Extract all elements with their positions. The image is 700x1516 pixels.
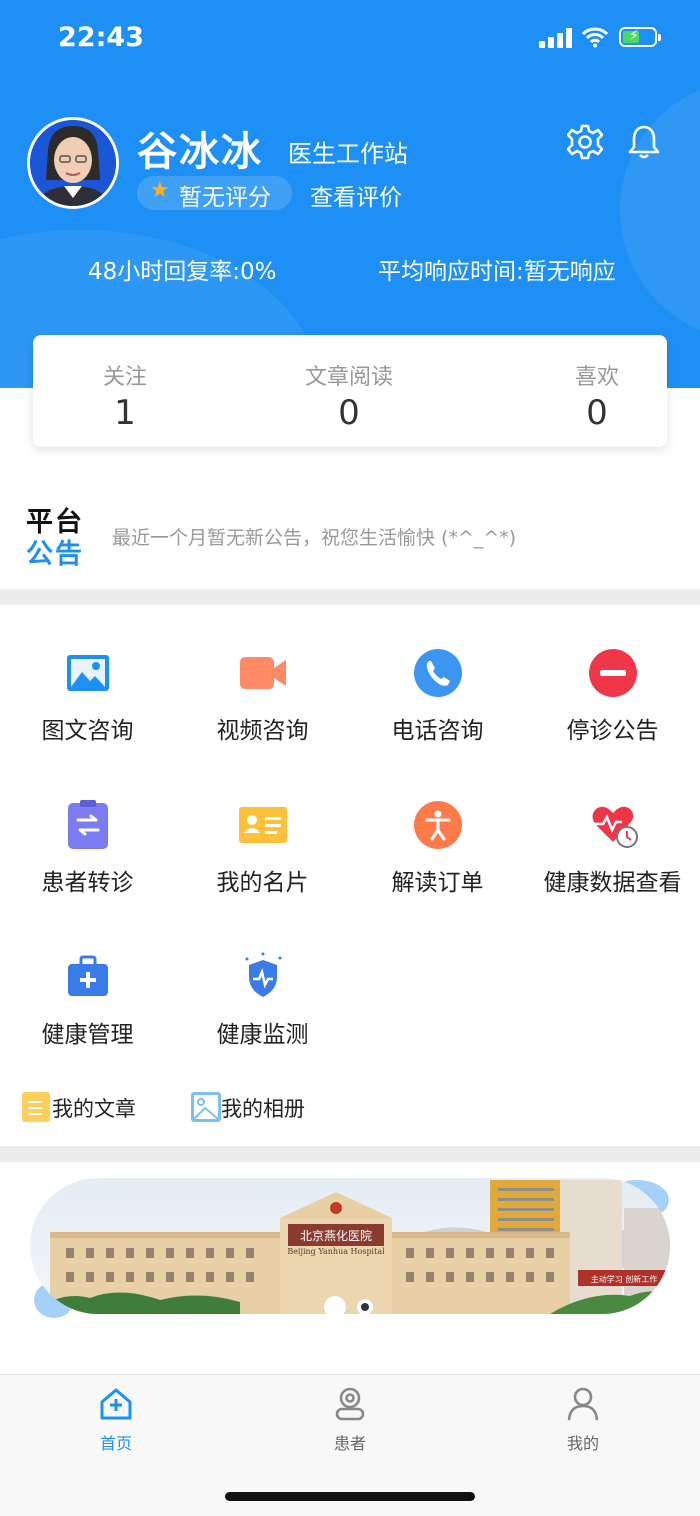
user-icon [567,1387,599,1421]
stat-label: 喜欢 [574,365,619,390]
heart-gauge-icon [592,806,638,848]
response-time-text: 平均响应时间:暂无响应 [378,259,616,285]
service-phone-consult[interactable]: 电话咨询 [350,648,525,768]
stats-card: 关注 1 文章阅读 0 喜欢 0 [33,335,667,447]
banner-sign-en: Beijing Yanhua Hospital [287,1247,385,1256]
service-label: 停诊公告 [566,718,659,744]
hospital-banner[interactable]: 北京燕化医院 Beijing Yanhua Hospital 主动学习 创新工作 [30,1178,670,1314]
service-image-consult[interactable]: 图文咨询 [0,648,175,768]
my-album-label: 我的相册 [221,1097,305,1121]
service-health-data[interactable]: 健康数据查看 [525,800,700,920]
transfer-clipboard-icon [68,800,108,849]
my-album-link[interactable]: 我的相册 [191,1092,331,1122]
rating-text: 暂无评分 [179,185,271,211]
tab-patients[interactable]: 患者 [290,1386,410,1456]
service-label: 解读订单 [391,870,484,896]
service-business-card[interactable]: 我的名片 [175,800,350,920]
image-icon [67,655,109,691]
service-label: 患者转诊 [41,870,134,896]
stat-value: 0 [338,393,360,433]
gear-icon[interactable] [567,124,603,160]
home-indicator [225,1492,475,1501]
doctor-name: 谷冰冰 [137,129,263,175]
battery-icon: ⚡ [619,27,661,47]
doctor-role: 医生工作站 [288,140,408,168]
signal-icon [539,28,573,48]
wifi-icon [582,27,608,48]
stat-value: 0 [586,393,608,433]
business-card-icon [239,807,287,843]
phone-icon [414,649,462,697]
carousel-dot-active[interactable] [324,1296,346,1318]
bell-icon[interactable] [627,124,661,160]
section-divider [0,589,700,605]
carousel-dot[interactable] [357,1299,373,1315]
stat-value: 1 [114,393,136,433]
hospital-building-image: 北京燕化医院 Beijing Yanhua Hospital 主动学习 创新工作 [30,1178,670,1314]
service-label: 图文咨询 [41,718,134,744]
service-label: 健康管理 [41,1022,134,1048]
stat-label: 文章阅读 [304,365,393,390]
tab-label: 首页 [99,1434,132,1453]
notice-text[interactable]: 最近一个月暂无新公告，祝您生活愉快 (*^_^*) [112,523,516,550]
tab-home[interactable]: 首页 [56,1386,176,1456]
status-time: 22:43 [58,22,144,53]
shield-pulse-icon [245,952,282,997]
service-interpret-order[interactable]: 解读订单 [350,800,525,920]
view-reviews-link[interactable]: 查看评价 [310,178,402,212]
section-divider [0,1146,700,1162]
album-icon [191,1092,221,1122]
tab-label: 我的 [566,1434,599,1453]
medical-kit-icon [68,955,108,996]
avatar[interactable] [27,117,119,209]
banner-side-sign: 主动学习 创新工作 [591,1274,658,1284]
stat-label: 关注 [102,365,147,390]
notice-title: 公告 [26,539,84,570]
stop-icon [589,649,637,697]
service-stop-notice[interactable]: 停诊公告 [525,648,700,768]
service-patient-transfer[interactable]: 患者转诊 [0,800,175,920]
service-label: 健康数据查看 [543,870,682,896]
tab-mine[interactable]: 我的 [523,1386,643,1456]
patient-icon [335,1387,365,1421]
service-health-management[interactable]: 健康管理 [0,952,175,1072]
video-camera-icon [240,657,286,689]
person-icon [414,801,462,849]
my-articles-link[interactable]: 我的文章 [22,1092,152,1122]
service-label: 我的名片 [216,870,309,896]
star-icon: ★ [150,178,170,203]
service-video-consult[interactable]: 视频咨询 [175,648,350,768]
service-health-monitoring[interactable]: 健康监测 [175,952,350,1072]
tab-label: 患者 [333,1434,366,1453]
service-label: 视频咨询 [216,718,309,744]
header-decoration [620,80,700,340]
service-label: 电话咨询 [391,718,484,744]
article-icon [22,1092,50,1122]
my-articles-label: 我的文章 [52,1097,136,1121]
reply-rate-text: 48小时回复率:0% [88,259,277,285]
home-icon [100,1388,132,1420]
service-label: 健康监测 [216,1022,309,1048]
banner-sign-cn: 北京燕化医院 [300,1229,372,1243]
